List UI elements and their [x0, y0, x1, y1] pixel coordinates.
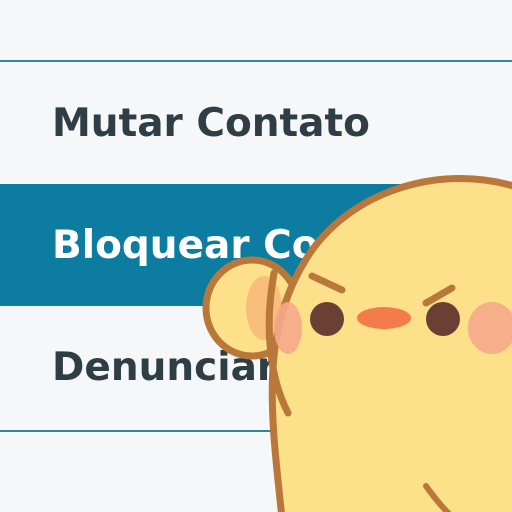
menu-item-label: Mutar Contato	[52, 100, 370, 146]
context-menu: Mutar Contato Bloquear Contato Denunciar	[0, 62, 512, 428]
menu-item-label: Bloquear Contato	[52, 222, 437, 268]
bottom-divider	[0, 430, 512, 432]
context-menu-screen: Mutar Contato Bloquear Contato Denunciar	[0, 0, 512, 512]
menu-item-block-contact[interactable]: Bloquear Contato	[0, 184, 512, 306]
menu-item-mute-contact[interactable]: Mutar Contato	[0, 62, 512, 184]
menu-item-report-contact[interactable]: Denunciar	[0, 306, 512, 428]
menu-item-label: Denunciar	[52, 344, 277, 390]
